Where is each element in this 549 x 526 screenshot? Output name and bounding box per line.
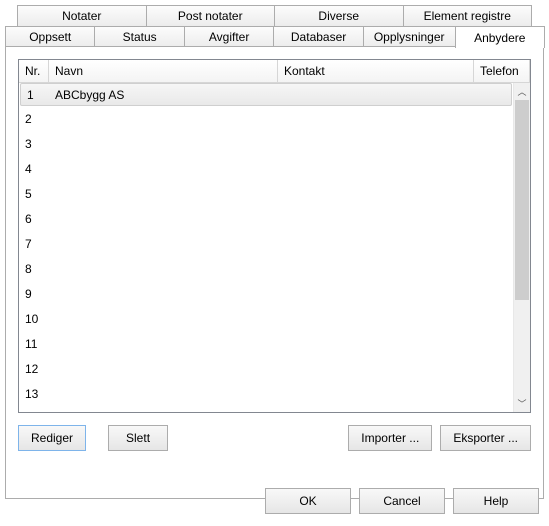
table-row[interactable]: 10	[19, 306, 513, 331]
rediger-button[interactable]: Rediger	[18, 425, 86, 451]
cell-nr: 2	[19, 112, 49, 126]
cancel-button[interactable]: Cancel	[359, 488, 445, 514]
table-header: Nr. Navn Kontakt Telefon	[19, 60, 530, 83]
table-row[interactable]: 2	[19, 106, 513, 131]
tab-anbydere[interactable]: Anbydere	[455, 26, 545, 48]
tab-row-lower: Oppsett Status Avgifter Databaser Opplys…	[5, 26, 544, 47]
tab-notater[interactable]: Notater	[17, 5, 147, 26]
col-kontakt[interactable]: Kontakt	[278, 60, 474, 83]
cell-nr: 11	[19, 337, 49, 351]
table-row[interactable]: 6	[19, 206, 513, 231]
col-telefon[interactable]: Telefon	[474, 60, 530, 83]
eksporter-button[interactable]: Eksporter ...	[440, 425, 531, 451]
tab-diverse[interactable]: Diverse	[274, 5, 404, 26]
table-row[interactable]: 11	[19, 331, 513, 356]
cell-nr: 6	[19, 212, 49, 226]
anbydere-table: Nr. Navn Kontakt Telefon 1ABCbygg AS2345…	[18, 59, 531, 413]
cell-nr: 3	[19, 137, 49, 151]
tab-post-notater[interactable]: Post notater	[146, 5, 276, 26]
importer-button[interactable]: Importer ...	[348, 425, 432, 451]
tab-row-upper: Notater Post notater Diverse Element reg…	[5, 5, 544, 26]
dialog-footer: OK Cancel Help	[265, 488, 539, 514]
cell-nr: 7	[19, 237, 49, 251]
col-navn[interactable]: Navn	[49, 60, 278, 83]
table-body: 1ABCbygg AS2345678910111213	[19, 83, 513, 412]
table-row[interactable]: 13	[19, 381, 513, 406]
slett-button[interactable]: Slett	[108, 425, 168, 451]
cell-nr: 4	[19, 162, 49, 176]
cell-nr: 1	[21, 88, 49, 102]
cell-nr: 8	[19, 262, 49, 276]
scroll-down-icon[interactable]: ﹀	[514, 395, 530, 412]
scroll-up-icon[interactable]: ︿	[514, 83, 530, 100]
tab-avgifter[interactable]: Avgifter	[184, 26, 274, 47]
table-row[interactable]: 5	[19, 181, 513, 206]
tab-status[interactable]: Status	[94, 26, 184, 47]
cell-navn: ABCbygg AS	[49, 88, 259, 102]
tab-opplysninger[interactable]: Opplysninger	[363, 26, 456, 47]
table-row[interactable]: 8	[19, 256, 513, 281]
tab-oppsett[interactable]: Oppsett	[5, 26, 95, 47]
tab-databaser[interactable]: Databaser	[273, 26, 363, 47]
cell-nr: 13	[19, 387, 49, 401]
cell-nr: 9	[19, 287, 49, 301]
help-button[interactable]: Help	[453, 488, 539, 514]
table-row[interactable]: 1ABCbygg AS	[20, 83, 512, 106]
table-row[interactable]: 3	[19, 131, 513, 156]
tab-panel: Nr. Navn Kontakt Telefon 1ABCbygg AS2345…	[5, 46, 544, 499]
table-row[interactable]: 7	[19, 231, 513, 256]
table-row[interactable]: 4	[19, 156, 513, 181]
scroll-thumb[interactable]	[515, 100, 529, 300]
cell-nr: 12	[19, 362, 49, 376]
table-row[interactable]: 12	[19, 356, 513, 381]
panel-buttons: Rediger Slett Importer ... Eksporter ...	[18, 425, 531, 451]
col-nr[interactable]: Nr.	[19, 60, 49, 83]
cell-nr: 5	[19, 187, 49, 201]
cell-nr: 10	[19, 312, 49, 326]
ok-button[interactable]: OK	[265, 488, 351, 514]
tab-element-registre[interactable]: Element registre	[403, 5, 533, 26]
vertical-scrollbar[interactable]: ︿ ﹀	[513, 83, 530, 412]
table-row[interactable]: 9	[19, 281, 513, 306]
